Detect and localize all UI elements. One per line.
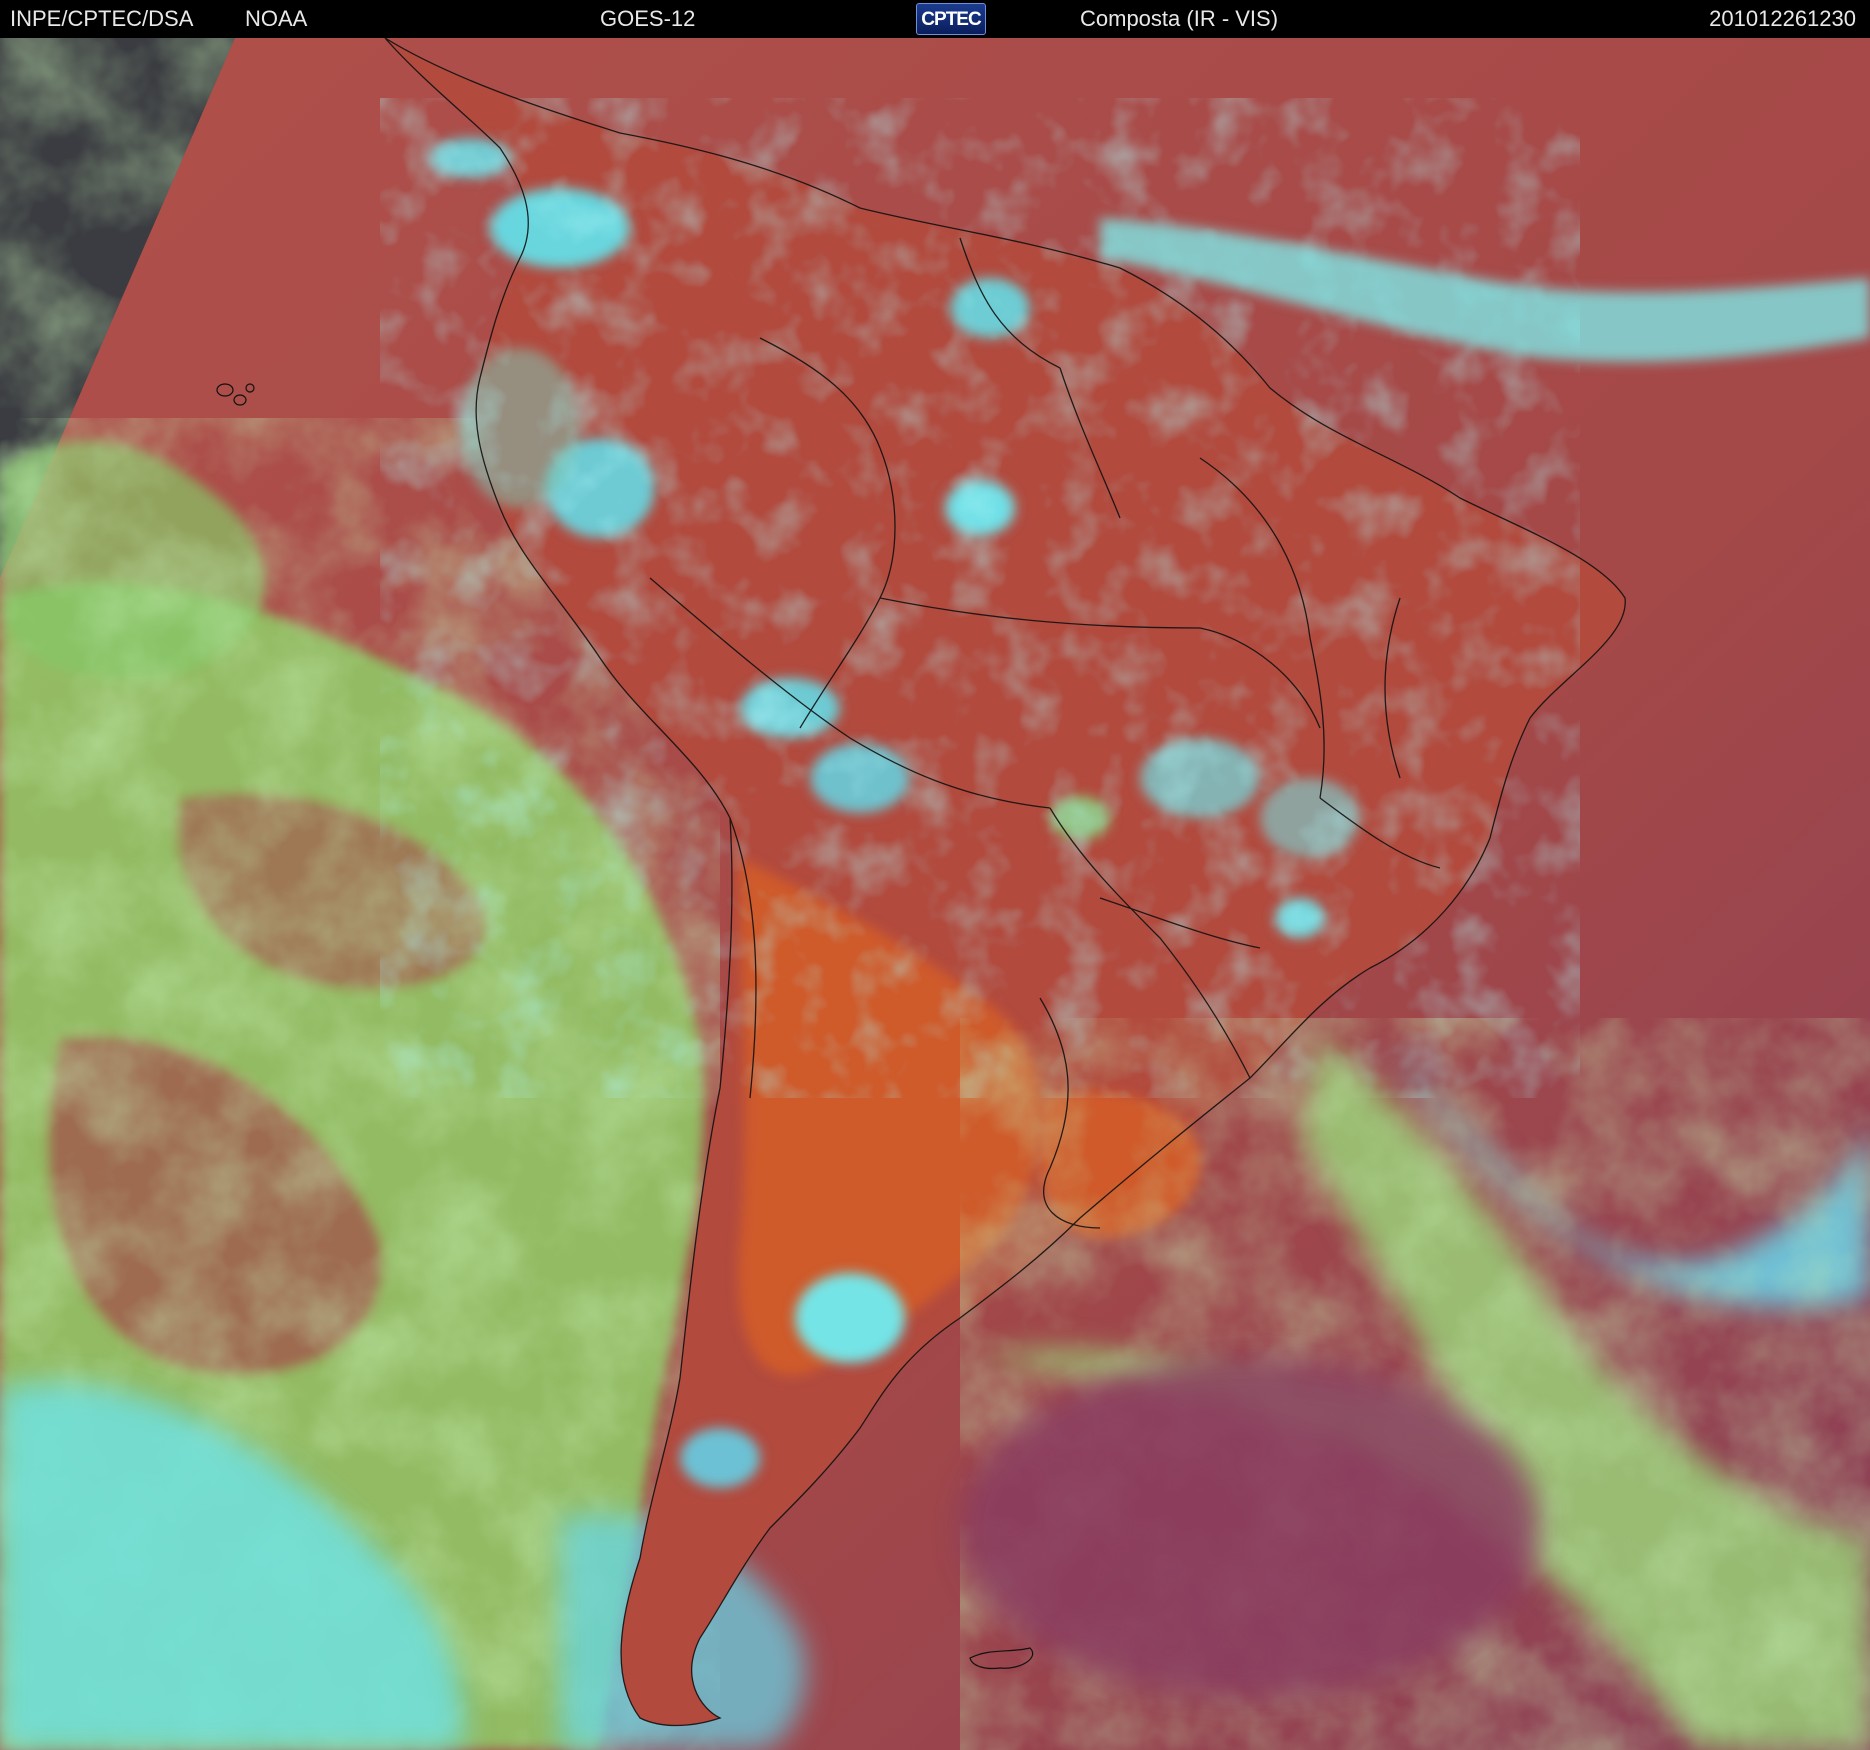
organization-label: INPE/CPTEC/DSA [10,6,194,31]
satellite-image-svg [0,38,1870,1750]
product-label: Composta (IR - VIS) [1080,6,1279,31]
header-bar: INPE/CPTEC/DSA NOAA GOES-12 CPTEC Compos… [0,0,1870,38]
satellite-page: INPE/CPTEC/DSA NOAA GOES-12 CPTEC Compos… [0,0,1870,1750]
logo-text: CPTEC [921,9,981,30]
timestamp-label: 201012261230 [1709,6,1856,31]
satellite-label: GOES-12 [600,6,696,31]
south-atlantic-clear-ocean [960,1358,1540,1698]
cptec-logo: CPTEC [916,3,986,35]
satellite-image [0,38,1870,1750]
agency-label: NOAA [245,6,308,31]
